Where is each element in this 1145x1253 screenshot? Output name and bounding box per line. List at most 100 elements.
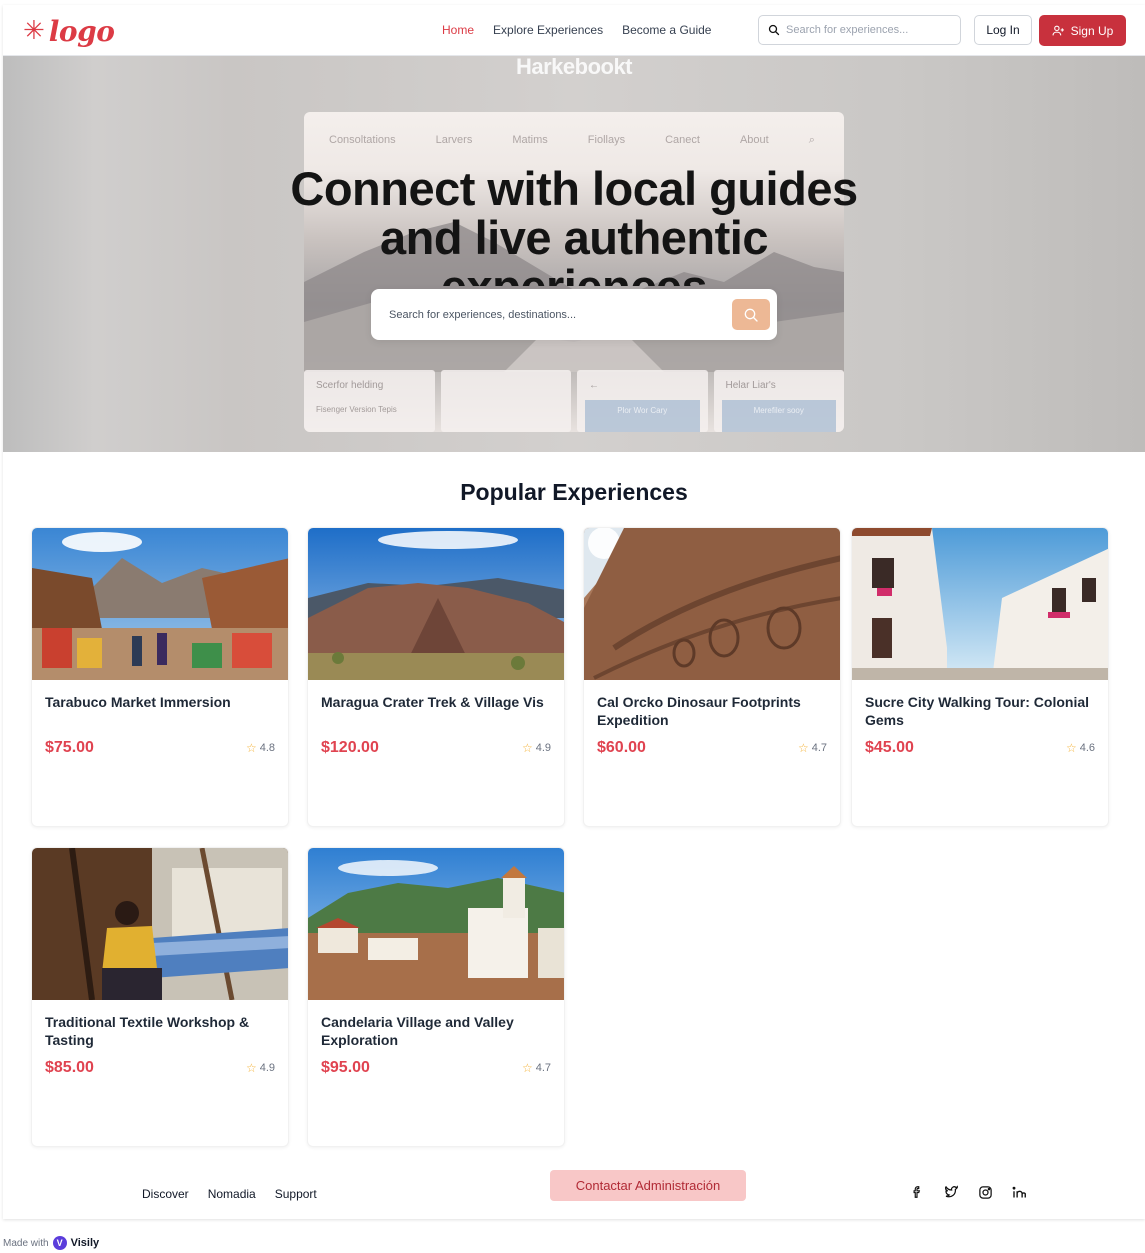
star-icon: ☆ — [245, 1061, 257, 1075]
experience-rating: ☆ 4.9 — [246, 1061, 275, 1075]
header: ✳ logo Home Explore Experiences Become a… — [3, 5, 1145, 56]
ghost-tile-title: Scerfor helding — [316, 380, 384, 391]
experience-card[interactable]: Cal Orcko Dinosaur Footprints Expedition… — [583, 527, 841, 827]
experience-image-colonial-street — [852, 528, 1108, 680]
ghost-tile-sub: Plor Wor Cary — [585, 400, 700, 432]
experience-card[interactable]: Maragua Crater Trek & Village Vis $120.0… — [307, 527, 565, 827]
header-search — [758, 15, 961, 45]
rating-value: 4.9 — [535, 742, 551, 754]
main-nav: Home Explore Experiences Become a Guide — [442, 23, 711, 37]
experience-title: Traditional Textile Workshop & Tasting — [45, 1014, 250, 1048]
hero-background-nav: Consoltations Larvers Matims Fiollays Ca… — [329, 134, 815, 147]
star-icon: ☆ — [245, 741, 257, 755]
hero-background-title: Harkebookt — [515, 56, 633, 79]
experience-card[interactable]: Sucre City Walking Tour: Colonial Gems $… — [851, 527, 1109, 827]
nav-home[interactable]: Home — [442, 23, 474, 37]
footer-links: Discover Nomadia Support — [142, 1187, 317, 1201]
star-icon: ☆ — [797, 741, 809, 755]
experience-price: $75.00 — [45, 739, 94, 756]
ghost-tile: Scerfor helding Fisenger Version Tepis — [304, 370, 435, 432]
experience-price: $85.00 — [45, 1059, 94, 1076]
experience-rating: ☆ 4.8 — [246, 741, 275, 755]
star-icon: ☆ — [521, 741, 533, 755]
instagram-icon[interactable] — [977, 1184, 993, 1200]
ghost-tile-title: Helar Liar's — [725, 380, 776, 391]
hero-section: Harkebookt Consoltations Larvers Matims … — [3, 56, 1145, 452]
experience-image-dinosaur — [584, 528, 840, 680]
experience-image-crater — [308, 528, 564, 680]
ghost-nav-item: Matims — [512, 134, 548, 146]
logo[interactable]: ✳ logo — [23, 13, 115, 49]
social-links — [909, 1184, 1027, 1200]
experience-image-village — [308, 848, 564, 1000]
ghost-search-icon: ⌕ — [808, 134, 815, 146]
ghost-tile-sub: Fisenger Version Tepis — [316, 405, 397, 414]
experience-card[interactable]: Tarabuco Market Immersion $75.00 ☆ 4.8 — [31, 527, 289, 827]
add-user-icon — [1052, 25, 1064, 36]
ghost-nav-item: About — [739, 134, 769, 146]
hero-headline-line: experiences — [3, 262, 1145, 286]
asterisk-logo-icon: ✳ — [23, 16, 45, 46]
ghost-nav-item: Larvers — [435, 134, 473, 146]
experience-rating: ☆ 4.7 — [798, 741, 827, 755]
experience-card[interactable]: Traditional Textile Workshop & Tasting $… — [31, 847, 289, 1147]
nav-become-a-guide[interactable]: Become a Guide — [622, 23, 711, 37]
made-with-prefix: Made with — [3, 1237, 49, 1249]
made-with-badge[interactable]: Made with V Visily — [3, 1236, 99, 1250]
hero-headline-line: and live authentic — [380, 211, 768, 264]
hero-headline-line: Connect with local guides — [290, 164, 858, 215]
twitter-icon[interactable] — [943, 1184, 959, 1200]
hero-background-tiles: Scerfor helding Fisenger Version Tepis ←… — [304, 370, 844, 432]
footer-link-nomadia[interactable]: Nomadia — [208, 1187, 256, 1201]
experience-price: $60.00 — [597, 739, 646, 756]
linkedin-icon[interactable] — [1011, 1184, 1027, 1200]
experience-title: Sucre City Walking Tour: Colonial Gems — [865, 694, 1090, 728]
ghost-tile-title: ← — [589, 380, 599, 391]
page-frame: ✳ logo Home Explore Experiences Become a… — [3, 5, 1145, 1219]
rating-value: 4.8 — [259, 742, 275, 754]
nav-explore-experiences[interactable]: Explore Experiences — [493, 23, 603, 37]
experience-title: Candelaria Village and Valley Exploratio… — [321, 1014, 514, 1048]
login-button[interactable]: Log In — [974, 15, 1032, 45]
experience-rating: ☆ 4.7 — [522, 1061, 551, 1075]
logo-text: logo — [48, 14, 115, 48]
hero-search-button[interactable] — [732, 299, 770, 330]
experience-title: Tarabuco Market Immersion — [45, 694, 231, 710]
ghost-tile-sub: Merefiler sooy — [721, 400, 836, 432]
contact-admin-button[interactable]: Contactar Administración — [550, 1170, 746, 1201]
experience-image-market — [32, 528, 288, 680]
rating-value: 4.6 — [1079, 742, 1095, 754]
hero-headline: Connect with local guides and live authe… — [3, 164, 1145, 286]
hero-search-input[interactable] — [389, 308, 719, 321]
ghost-tile: ← Plor Wor Cary — [577, 370, 708, 432]
ghost-nav-item: Consoltations — [329, 134, 396, 146]
rating-value: 4.7 — [535, 1062, 551, 1074]
ghost-nav-item: Fiollays — [587, 134, 626, 146]
star-icon: ☆ — [1065, 741, 1077, 755]
rating-value: 4.7 — [811, 742, 827, 754]
hero-search-bar — [371, 289, 777, 340]
experience-price: $95.00 — [321, 1059, 370, 1076]
experience-price: $45.00 — [865, 739, 914, 756]
section-title: Popular Experiences — [460, 479, 688, 505]
footer-link-discover[interactable]: Discover — [142, 1187, 189, 1201]
experience-card[interactable]: Candelaria Village and Valley Exploratio… — [307, 847, 565, 1147]
search-icon — [768, 24, 780, 36]
header-search-input[interactable] — [786, 24, 946, 36]
experience-rating: ☆ 4.6 — [1066, 741, 1095, 755]
ghost-tile — [440, 370, 571, 432]
rating-value: 4.9 — [259, 1062, 275, 1074]
ghost-tile: Helar Liar's Merefiler sooy — [713, 370, 844, 432]
signup-button[interactable]: Sign Up — [1039, 15, 1126, 46]
experience-rating: ☆ 4.9 — [522, 741, 551, 755]
star-icon: ☆ — [521, 1061, 533, 1075]
experience-price: $120.00 — [321, 739, 379, 756]
facebook-icon[interactable] — [909, 1184, 925, 1200]
ghost-nav-item: Canect — [665, 134, 700, 146]
visily-logo-icon: V — [52, 1236, 67, 1250]
made-with-brand: Visily — [70, 1237, 100, 1249]
footer-link-support[interactable]: Support — [275, 1187, 317, 1201]
signup-label: Sign Up — [1070, 23, 1114, 38]
experience-title: Maragua Crater Trek & Village Vis — [321, 694, 544, 710]
search-icon — [744, 308, 758, 322]
